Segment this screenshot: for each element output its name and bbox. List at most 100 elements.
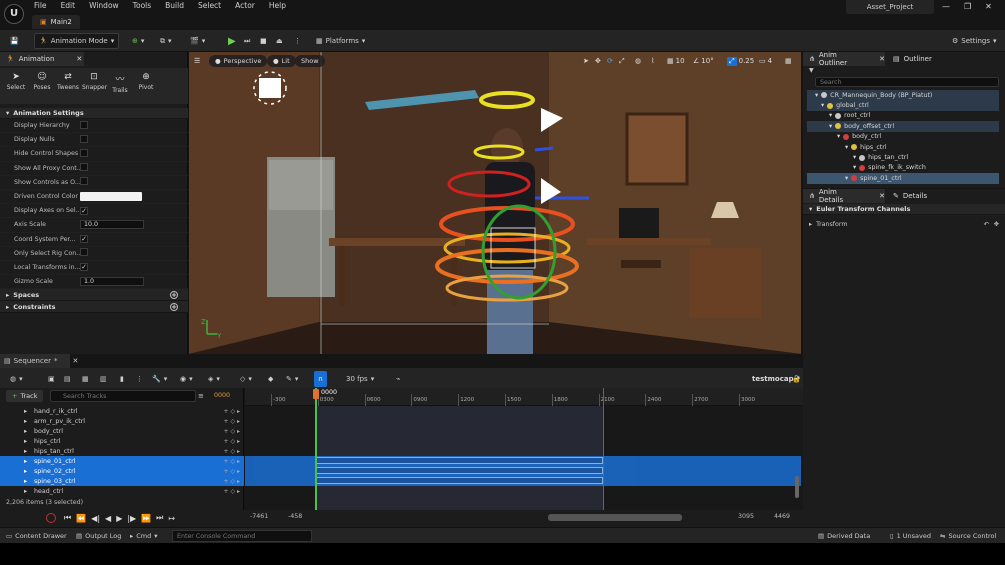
expander-icon[interactable]: ▾ (829, 112, 832, 119)
expander-icon[interactable]: ▾ (845, 175, 848, 182)
blueprint-button[interactable]: ⧉ ▾ (156, 33, 176, 49)
details-tab[interactable]: ✎ Details (887, 189, 927, 203)
prev-key-icon[interactable]: ⏪ (76, 514, 86, 523)
current-frame-display[interactable]: 0000 (214, 392, 230, 399)
menu-actor[interactable]: Actor (235, 1, 255, 10)
outliner-row[interactable]: ▾ hips_tan_ctrl (807, 152, 999, 162)
expander-icon[interactable]: ▾ (815, 92, 818, 99)
play-options-button[interactable]: ⋮ (290, 33, 305, 49)
tool-pivot[interactable]: ⊕ Pivot (134, 72, 158, 91)
key-controls-icon[interactable]: + ◇ ▸ (224, 458, 240, 465)
expander-icon[interactable]: ▾ (829, 123, 832, 130)
unreal-logo[interactable]: U (4, 4, 24, 24)
render-movie-button[interactable]: ▦ (78, 371, 93, 387)
sequencer-world-button[interactable]: ◍ ▾ (6, 371, 27, 387)
property-checkbox[interactable]: ✓ (80, 263, 88, 272)
property-checkbox[interactable] (80, 120, 88, 129)
play-button[interactable]: ▶ (224, 33, 240, 49)
expander-icon[interactable]: ▾ (821, 102, 824, 109)
step-back-icon[interactable]: ◀| (91, 514, 100, 523)
add-content-button[interactable]: ⊕ ▾ (128, 33, 148, 49)
key-type-button[interactable]: ◆ (264, 371, 277, 387)
track-section[interactable] (315, 477, 603, 484)
chevron-right-icon[interactable]: ▸ (24, 408, 27, 415)
key-controls-icon[interactable]: + ◇ ▸ (224, 438, 240, 445)
coord-space-button[interactable]: ◍ (635, 55, 641, 67)
chevron-right-icon[interactable]: ▸ (24, 438, 27, 445)
document-tab-main2[interactable]: ▣ Main2 (32, 15, 80, 29)
selected-track-lane[interactable] (245, 466, 801, 476)
tool-tweens[interactable]: ⇄ Tweens (56, 72, 80, 91)
property-checkbox[interactable] (80, 163, 88, 172)
options-icon[interactable]: ✥ (994, 221, 999, 228)
show-button[interactable]: Show (295, 55, 325, 67)
key-controls-icon[interactable]: + ◇ ▸ (224, 448, 240, 455)
unsaved-button[interactable]: ▯ 1 Unsaved (890, 530, 931, 542)
working-range-out[interactable]: 3095 (738, 513, 754, 520)
anim-outliner-tab[interactable]: ⋔ Anim Outliner ✕ (803, 51, 885, 67)
add-key-button[interactable]: ◇ ▾ (236, 371, 256, 387)
color-swatch[interactable] (80, 192, 142, 202)
jump-start-icon[interactable]: ⏮ (64, 513, 71, 523)
eject-button[interactable]: ⏏ (272, 33, 287, 49)
fps-selector[interactable]: 30 fps ▾ (342, 371, 378, 387)
track-section[interactable] (315, 457, 603, 464)
property-number-field[interactable]: 1.0 (80, 277, 144, 287)
outliner-search-input[interactable]: Search (815, 77, 999, 87)
key-controls-icon[interactable]: + ◇ ▸ (224, 478, 240, 485)
property-checkbox[interactable] (80, 177, 88, 186)
outliner-tab[interactable]: ▤ Outliner (887, 52, 932, 66)
output-log-button[interactable]: ▤ Output Log (76, 530, 121, 542)
end-marker[interactable] (603, 388, 604, 510)
track-row[interactable]: ▸ hips_tan_ctrl + ◇ ▸ (0, 446, 244, 456)
menu-window[interactable]: Window (89, 1, 119, 10)
key-controls-icon[interactable]: + ◇ ▸ (224, 468, 240, 475)
rotation-snap-button[interactable]: ∠ 10° (693, 55, 714, 67)
close-icon[interactable]: ✕ (879, 192, 885, 200)
source-control-button[interactable]: ⇋ Source Control (940, 530, 996, 542)
maximize-button[interactable]: ❐ (964, 2, 971, 11)
outliner-row[interactable]: ▾ CR_Mannequin_Body (BP_Piatut) (807, 90, 999, 101)
chevron-right-icon[interactable]: ▸ (24, 428, 27, 435)
find-in-browser-button[interactable]: ▤ (60, 371, 75, 387)
curve-editor-button[interactable]: ▮ (116, 371, 128, 387)
expander-icon[interactable]: ▾ (845, 144, 848, 151)
add-constraint-icon[interactable]: + (170, 302, 178, 311)
grid-snap-button[interactable]: ▦ 10 (667, 55, 685, 67)
tool-snapper[interactable]: ⊡ Snapper (82, 72, 107, 91)
close-icon[interactable]: ✕ (76, 55, 82, 63)
viewport-scene[interactable]: Z Y (189, 52, 801, 354)
cmd-selector[interactable]: ▸ Cmd ▾ (130, 530, 158, 542)
snap-toggle-button[interactable]: ∩ (314, 371, 328, 387)
playback-options-button[interactable]: ▥ (96, 371, 111, 387)
chevron-right-icon[interactable]: ▸ (24, 418, 27, 425)
play-icon[interactable]: ▶ (116, 514, 122, 523)
sequencer-timeline[interactable]: -300 0300 0600 0900 1200 1500 1800 2100 2400 2700… (245, 388, 803, 510)
rotate-tool-button[interactable]: ⟳ (607, 55, 613, 67)
sequencer-options-button[interactable]: ⋮ (132, 371, 147, 387)
mode-selector[interactable]: 🏃 Animation Mode ▾ (34, 33, 120, 49)
playhead-handle[interactable] (313, 389, 319, 399)
property-checkbox[interactable] (80, 248, 88, 257)
euler-section-header[interactable]: ▾ Euler Transform Channels (803, 204, 1005, 215)
track-row[interactable]: ▸ head_ctrl + ◇ ▸ (0, 486, 244, 496)
track-row[interactable]: ▸ spine_01_ctrl + ◇ ▸ (0, 456, 244, 466)
actions-button[interactable]: 🔧 ▾ (148, 371, 171, 387)
key-controls-icon[interactable]: + ◇ ▸ (224, 488, 240, 495)
sequencer-save-button[interactable]: ▣ (44, 371, 59, 387)
loop-icon[interactable]: ↦ (168, 514, 175, 523)
property-checkbox[interactable] (80, 148, 88, 157)
selected-track-lane[interactable] (245, 476, 801, 486)
jump-end-icon[interactable]: ⏭ (156, 513, 163, 523)
animation-tab[interactable]: 🏃 Animation ✕ (0, 52, 84, 66)
property-number-field[interactable]: 10.0 (80, 220, 144, 230)
derived-data-button[interactable]: ▤ Derived Data (818, 530, 870, 542)
translate-tool-button[interactable]: ✥ (595, 55, 601, 67)
step-button[interactable]: ⏭ (240, 33, 254, 49)
expander-icon[interactable]: ▾ (853, 164, 856, 171)
surface-snap-button[interactable]: ⌇ (651, 55, 654, 67)
track-row[interactable]: ▸ spine_02_ctrl + ◇ ▸ (0, 466, 244, 476)
track-row[interactable]: ▸ hand_r_ik_ctrl + ◇ ▸ (0, 406, 244, 416)
content-drawer-button[interactable]: ▭ Content Drawer (6, 530, 67, 542)
expander-icon[interactable]: ▾ (837, 133, 840, 140)
